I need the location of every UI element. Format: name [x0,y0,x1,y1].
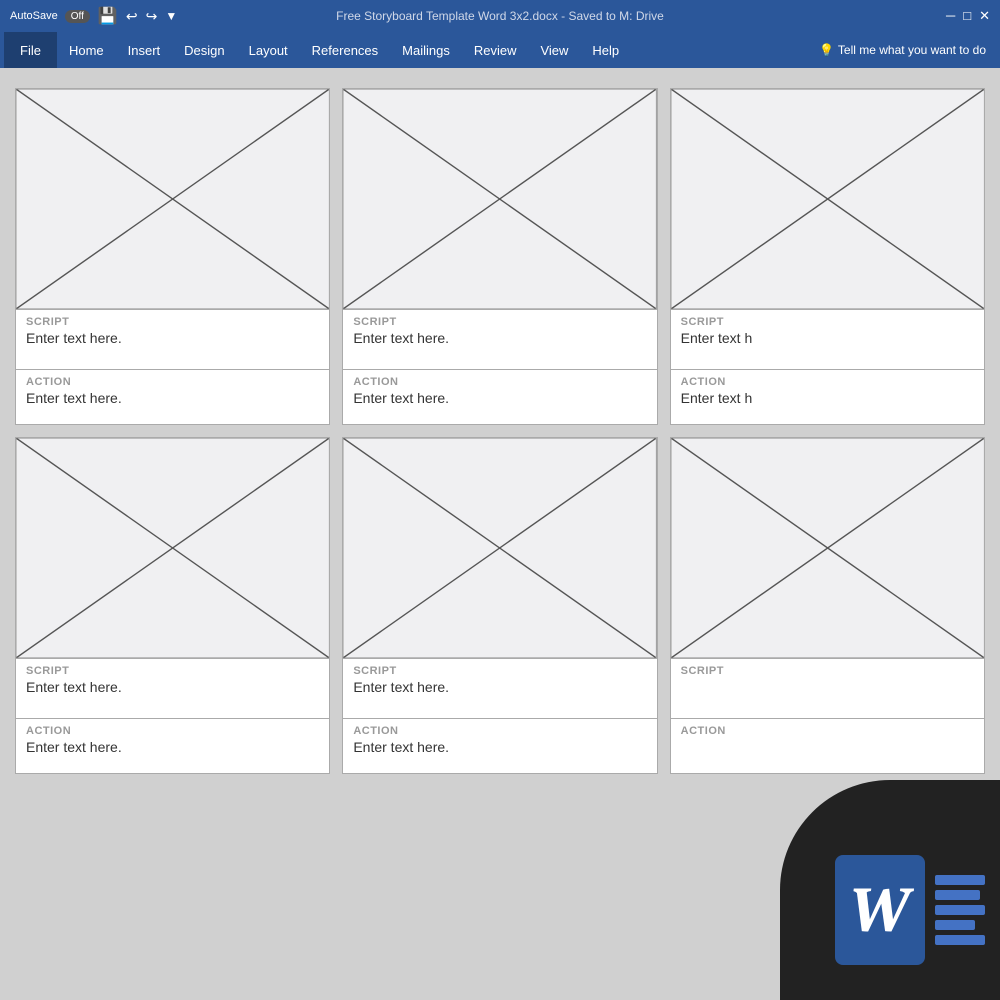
window-controls: ─ □ ✕ [946,8,990,24]
save-icon[interactable]: 💾 [98,6,118,26]
storyboard-cell-5: SCRIPT Enter text here. ACTION Enter tex… [342,437,657,774]
menu-file[interactable]: File [4,32,57,68]
script-label-2: SCRIPT [353,316,646,328]
document-area: SCRIPT Enter text here. ACTION Enter tex… [0,68,1000,1000]
script-section-3: SCRIPT Enter text h [671,309,984,369]
action-label-3: ACTION [681,376,974,388]
action-section-5: ACTION Enter text here. [343,718,656,773]
action-section-1: ACTION Enter text here. [16,369,329,424]
tell-me-input[interactable]: 💡 Tell me what you want to do [809,32,996,68]
action-text-1[interactable]: Enter text here. [26,390,319,406]
action-text-2[interactable]: Enter text here. [353,390,646,406]
menu-insert[interactable]: Insert [116,32,173,68]
frame-1 [16,89,329,309]
autosave-text: AutoSave [10,10,58,22]
action-text-3[interactable]: Enter text h [681,390,974,406]
word-w-letter: W [835,855,925,965]
storyboard-cell-1: SCRIPT Enter text here. ACTION Enter tex… [15,88,330,425]
word-watermark: W [780,780,1000,1000]
script-label-4: SCRIPT [26,665,319,677]
script-label-1: SCRIPT [26,316,319,328]
storyboard-cell-2: SCRIPT Enter text here. ACTION Enter tex… [342,88,657,425]
script-text-4[interactable]: Enter text here. [26,679,319,695]
script-text-2[interactable]: Enter text here. [353,330,646,346]
frame-3 [671,89,984,309]
menu-mailings[interactable]: Mailings [390,32,462,68]
word-line-4 [935,920,975,930]
word-line-5 [935,935,985,945]
menu-design[interactable]: Design [172,32,236,68]
minimize-button[interactable]: ─ [946,8,955,24]
word-logo: W [835,855,985,965]
restore-button[interactable]: □ [963,8,971,24]
script-section-1: SCRIPT Enter text here. [16,309,329,369]
frame-5 [343,438,656,658]
close-button[interactable]: ✕ [979,8,990,24]
script-label-3: SCRIPT [681,316,974,328]
title-bar-left: AutoSave Off 💾 ↩ ↪ ▼ [10,6,177,26]
storyboard-grid: SCRIPT Enter text here. ACTION Enter tex… [15,88,985,774]
action-section-2: ACTION Enter text here. [343,369,656,424]
customize-icon[interactable]: ▼ [165,9,177,23]
word-line-3 [935,905,985,915]
action-section-6: ACTION [671,718,984,773]
script-section-6: SCRIPT [671,658,984,718]
frame-2 [343,89,656,309]
action-label-2: ACTION [353,376,646,388]
autosave-label: AutoSave Off [10,10,90,22]
script-section-4: SCRIPT Enter text here. [16,658,329,718]
action-section-3: ACTION Enter text h [671,369,984,424]
word-lines-decoration [935,875,985,945]
menu-help[interactable]: Help [580,32,631,68]
menu-review[interactable]: Review [462,32,529,68]
script-section-2: SCRIPT Enter text here. [343,309,656,369]
storyboard-cell-6: SCRIPT ACTION [670,437,985,774]
action-label-5: ACTION [353,725,646,737]
script-text-1[interactable]: Enter text here. [26,330,319,346]
undo-icon[interactable]: ↩ [126,8,138,25]
menu-layout[interactable]: Layout [237,32,300,68]
lightbulb-icon: 💡 [819,43,834,57]
script-text-3[interactable]: Enter text h [681,330,974,346]
script-label-6: SCRIPT [681,665,974,677]
action-label-6: ACTION [681,725,974,737]
storyboard-cell-4: SCRIPT Enter text here. ACTION Enter tex… [15,437,330,774]
redo-icon[interactable]: ↪ [146,8,158,25]
autosave-toggle[interactable]: Off [65,10,90,23]
frame-4 [16,438,329,658]
action-text-5[interactable]: Enter text here. [353,739,646,755]
document-title: Free Storyboard Template Word 3x2.docx -… [336,9,664,23]
script-label-5: SCRIPT [353,665,646,677]
action-label-4: ACTION [26,725,319,737]
menu-references[interactable]: References [300,32,390,68]
frame-6 [671,438,984,658]
tell-me-text: Tell me what you want to do [838,43,986,57]
word-line-1 [935,875,985,885]
menu-home[interactable]: Home [57,32,116,68]
script-section-5: SCRIPT Enter text here. [343,658,656,718]
menu-bar: File Home Insert Design Layout Reference… [0,32,1000,68]
storyboard-cell-3: SCRIPT Enter text h ACTION Enter text h [670,88,985,425]
action-text-4[interactable]: Enter text here. [26,739,319,755]
word-line-2 [935,890,980,900]
action-label-1: ACTION [26,376,319,388]
title-bar: AutoSave Off 💾 ↩ ↪ ▼ Free Storyboard Tem… [0,0,1000,32]
menu-view[interactable]: View [528,32,580,68]
script-text-5[interactable]: Enter text here. [353,679,646,695]
action-section-4: ACTION Enter text here. [16,718,329,773]
